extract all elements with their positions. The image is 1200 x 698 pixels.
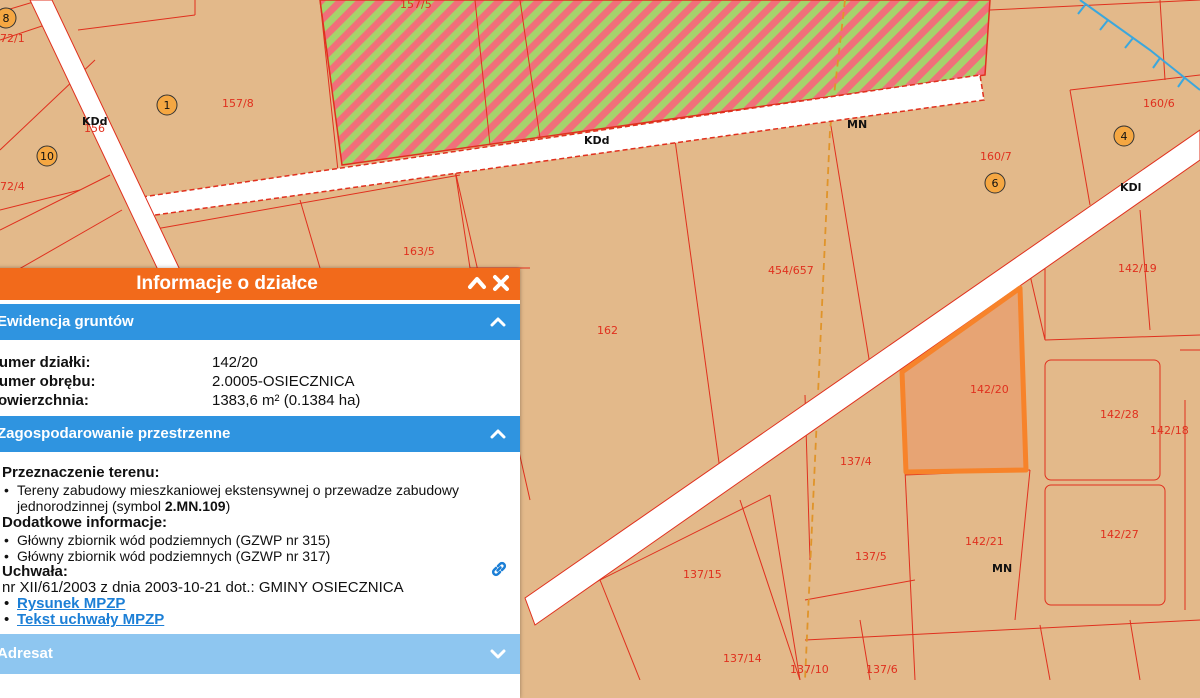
dodatkowe-label: Dodatkowe informacje: (2, 514, 168, 531)
bullet-dot: • (4, 532, 9, 548)
row-value: 142/20 (212, 354, 258, 371)
bullet-dot: • (4, 482, 9, 498)
przeznaczenie-label: Przeznaczenie terenu: (2, 464, 160, 481)
parcel-label-163-5: 163/5 (403, 245, 435, 258)
chevron-up-icon (490, 429, 506, 439)
section-zagospodarowanie-header[interactable]: Zagospodarowanie przestrzenne (0, 416, 520, 452)
parcel-label-137-6: 137/6 (866, 663, 898, 676)
parcel-label-137-4: 137/4 (840, 455, 872, 468)
section-adresat-header[interactable]: Adresat (0, 634, 520, 674)
road-label-kdd-top: KDd (584, 134, 610, 147)
chevron-up-icon[interactable] (466, 272, 488, 294)
chevron-up-icon (490, 317, 506, 327)
parcel-label-157-5: 157/5 (400, 0, 432, 11)
chevron-down-icon (490, 649, 506, 659)
uchwala-text: nr XII/61/2003 z dnia 2003-10-21 dot.: G… (2, 579, 404, 596)
zone-label-mn-bottom: MN (992, 562, 1012, 575)
parcel-label-142-19: 142/19 (1118, 262, 1157, 275)
bullet-dot: • (4, 595, 10, 612)
przeznaczenie-line1: Tereny zabudowy mieszkaniowej ekstensywn… (17, 482, 460, 498)
parcel-label-142-20: 142/20 (970, 383, 1009, 396)
parcel-label-454-657: 454/657 (768, 264, 814, 277)
link-rysunek-mpzp[interactable]: Rysunek MPZP (17, 596, 125, 612)
parcel-label-137-5: 137/5 (855, 550, 887, 563)
parcel-label-162: 162 (597, 324, 618, 337)
parcel-label-160-6: 160/6 (1143, 97, 1175, 110)
parcel-label-142-28: 142/28 (1100, 408, 1139, 421)
row-key: Numer obrębu: (0, 373, 96, 390)
svg-text:4: 4 (1121, 130, 1128, 143)
section-adresat-title: Adresat (0, 645, 53, 662)
parcel-label-157-8: 157/8 (222, 97, 254, 110)
row-key: Powierzchnia: (0, 392, 89, 409)
row-key: Numer działki: (0, 354, 91, 371)
panel-header: Informacje o działce (0, 268, 520, 300)
dodatkowe-item: Główny zbiornik wód podziemnych (GZWP nr… (17, 548, 331, 564)
row-value: 2.0005-OSIECZNICA (212, 373, 355, 390)
road-label-kdl: KDl (1120, 181, 1141, 194)
circle-marker-10: 10 (36, 145, 58, 167)
svg-text:6: 6 (992, 177, 999, 190)
bullet-dot: • (4, 548, 9, 564)
section-ewidencja-header[interactable]: Ewidencja gruntów (0, 304, 520, 340)
parcel-info-panel: Informacje o działce Ewidencja gruntów N… (0, 268, 520, 698)
row-value: 1383,6 m² (0.1384 ha) (212, 392, 361, 409)
circle-marker-1: 1 (156, 94, 178, 116)
parcel-label-142-27: 142/27 (1100, 528, 1139, 541)
bullet-dot: • (4, 611, 10, 628)
svg-text:8: 8 (3, 12, 10, 25)
circle-marker-4: 4 (1113, 125, 1135, 147)
parcel-label-160-7: 160/7 (980, 150, 1012, 163)
circle-marker-6: 6 (984, 172, 1006, 194)
svg-text:1: 1 (164, 99, 171, 112)
parcel-label-137-15: 137/15 (683, 568, 722, 581)
road-label-kdd-left: KDd (82, 115, 108, 128)
dodatkowe-item: Główny zbiornik wód podziemnych (GZWP nr… (17, 532, 331, 548)
svg-text:10: 10 (40, 150, 54, 163)
uchwala-label: Uchwała: (2, 563, 68, 580)
parcel-label-137-14: 137/14 (723, 652, 762, 665)
link-icon[interactable] (490, 560, 508, 578)
parcel-label-142-18: 142/18 (1150, 424, 1189, 437)
circle-marker-8: 8 (0, 7, 17, 29)
zoning-symbol: 2.MN.109 (164, 498, 226, 514)
parcel-label-72-1: 72/1 (0, 32, 25, 45)
section-zagospodarowanie-title: Zagospodarowanie przestrzenne (0, 425, 231, 442)
zone-label-mn-top: MN (847, 118, 867, 131)
przeznaczenie-line2: jednorodzinnej (symbol 2.MN.109) (17, 498, 231, 514)
parcel-label-142-21: 142/21 (965, 535, 1004, 548)
section-ewidencja-title: Ewidencja gruntów (0, 313, 134, 330)
panel-title: Informacje o działce (136, 273, 318, 294)
parcel-label-72-4: 72/4 (0, 180, 25, 193)
close-icon[interactable] (490, 272, 512, 294)
parcel-label-137-10: 137/10 (790, 663, 829, 676)
link-tekst-uchwaly-mpzp[interactable]: Tekst uchwały MPZP (17, 612, 164, 628)
